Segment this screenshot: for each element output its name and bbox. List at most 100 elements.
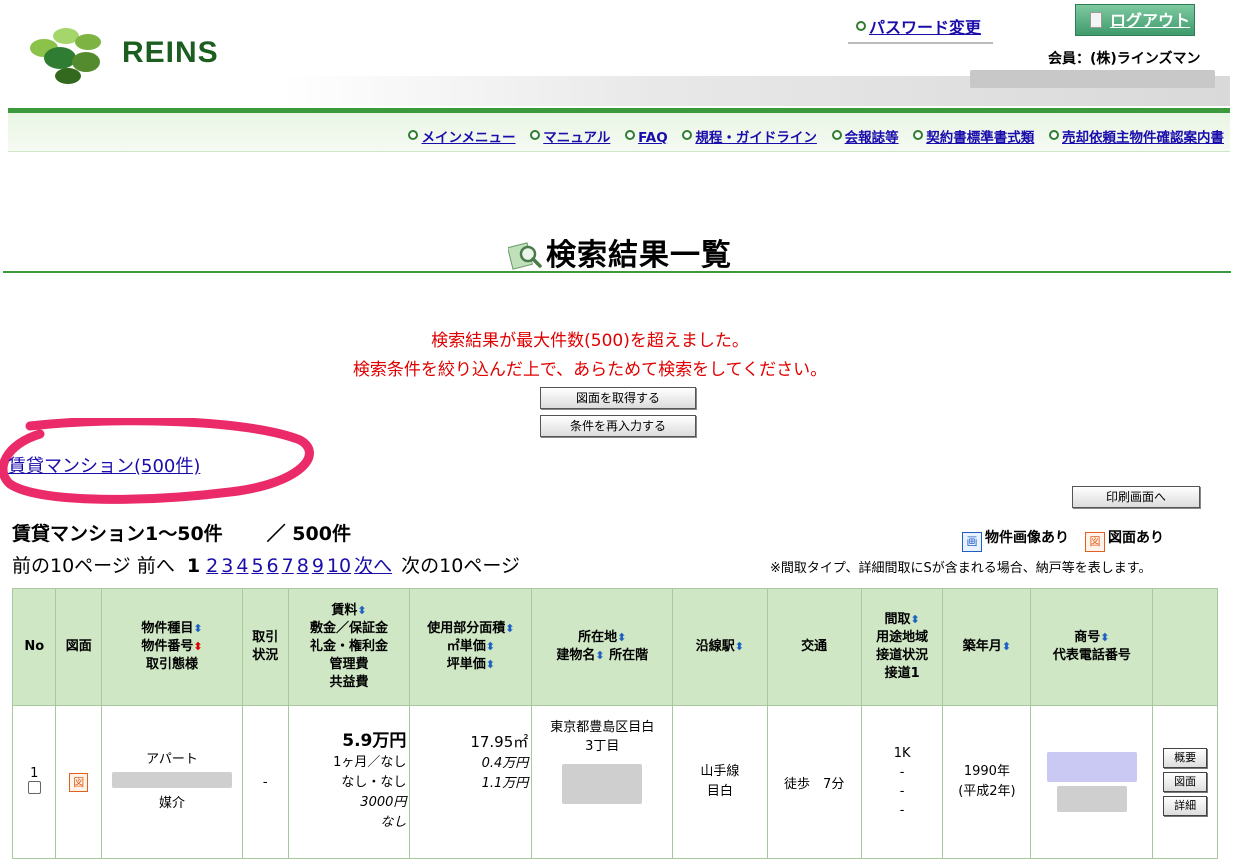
- sort-icon[interactable]: ⬍: [617, 631, 626, 644]
- col-area[interactable]: 使用部分面積⬍ ㎡単価⬍ 坪単価⬍: [409, 588, 533, 706]
- bullet-icon: [1049, 130, 1059, 140]
- detail-button[interactable]: 詳細: [1163, 796, 1208, 816]
- cell-location: 東京都豊島区目白 3丁目: [531, 705, 674, 859]
- nav-contract-forms[interactable]: 契約書標準書式類: [913, 130, 1034, 146]
- summary-button[interactable]: 概要: [1163, 748, 1208, 768]
- col-station[interactable]: 沿線駅⬍: [672, 588, 768, 706]
- sort-icon[interactable]: ⬍: [505, 622, 514, 635]
- figure-icon[interactable]: 図: [69, 772, 89, 792]
- cell-area: 17.95㎡ 0.4万円 1.1万円: [409, 705, 533, 859]
- warning-line-2: 検索条件を絞り込んだ上で、あらためて検索をしてください。: [352, 360, 828, 380]
- figure-available-label: 図面あり: [1108, 530, 1164, 546]
- pager-page-2[interactable]: 2: [206, 555, 218, 577]
- cell-status: -: [241, 705, 289, 859]
- results-table: No 図面 物件種目⬍ 物件番号⬍ 取引態様 取引 状況 賃料⬍ 敷金／保証金 礼…: [11, 588, 1218, 859]
- title-divider: [3, 271, 1231, 273]
- sort-icon[interactable]: ⬍: [193, 622, 202, 635]
- pager-page-6[interactable]: 6: [267, 555, 279, 577]
- col-status: 取引 状況: [241, 588, 289, 706]
- image-available-icon: 画: [962, 532, 982, 552]
- sort-icon[interactable]: ⬍: [1002, 640, 1011, 653]
- print-screen-button[interactable]: 印刷画面へ: [1072, 486, 1200, 508]
- page-title: 検索結果一覧: [546, 238, 732, 273]
- pager-next-10: 次の10ページ: [401, 555, 520, 577]
- member-name: 会員：(株)ラインズマン: [1048, 51, 1201, 67]
- cell-transport: 徒歩 7分: [766, 705, 862, 859]
- bullet-icon: [682, 130, 693, 140]
- col-built[interactable]: 築年月⬍: [942, 588, 1032, 706]
- warning-line-1: 検索結果が最大件数(500)を超えました。: [431, 331, 749, 351]
- sort-icon[interactable]: ⬍: [735, 640, 744, 653]
- figure-available-icon: 図: [1085, 532, 1105, 552]
- bullet-icon: [408, 130, 419, 140]
- result-range: 賃貸マンション1～50件 ／ 500件: [12, 519, 351, 546]
- figure-button[interactable]: 図面: [1163, 772, 1208, 792]
- image-available-label: 物件画像あり: [985, 530, 1069, 546]
- pager-page-8[interactable]: 8: [297, 555, 309, 577]
- nav-main-menu[interactable]: メインメニュー: [408, 130, 516, 146]
- pager-prev: 前へ: [136, 555, 175, 577]
- layout-note: ※間取タイプ、詳細間取にSが含まれる場合、納戸等を表します。: [770, 561, 1152, 576]
- sort-icon[interactable]: ⬍: [486, 658, 495, 671]
- cell-layout: 1K - - -: [860, 705, 944, 859]
- result-range-label: 賃貸マンション1～50件: [12, 523, 223, 545]
- reenter-conditions-button[interactable]: 条件を再入力する: [540, 415, 696, 437]
- col-no: No: [11, 588, 57, 706]
- col-figure: 図面: [55, 588, 102, 706]
- pager-page-3[interactable]: 3: [221, 555, 233, 577]
- property-number-redacted: [111, 772, 232, 788]
- logo-text: REINS: [122, 36, 219, 69]
- bullet-icon: [831, 130, 842, 140]
- pager-page-10[interactable]: 10: [327, 555, 351, 577]
- nav-manual[interactable]: マニュアル: [530, 130, 610, 146]
- cell-type: アパート 媒介: [101, 705, 243, 859]
- col-transport: 交通: [766, 588, 862, 706]
- logo-mark-icon: [30, 28, 101, 84]
- cell-built: 1990年 (平成2年): [942, 705, 1032, 859]
- search-magnifier-icon: [507, 239, 542, 275]
- password-change-link[interactable]: パスワード変更: [848, 14, 994, 44]
- cell-station: 山手線 目白: [672, 705, 768, 859]
- nav-rules[interactable]: 規程・ガイドライン: [682, 130, 817, 146]
- pager-page-9[interactable]: 9: [312, 555, 324, 577]
- page-title-area: 検索結果一覧: [0, 230, 1240, 275]
- result-category-link[interactable]: 賃貸マンション(500件): [8, 452, 200, 478]
- col-type[interactable]: 物件種目⬍ 物件番号⬍ 取引態様: [101, 588, 243, 706]
- nav-seller-guide[interactable]: 売却依頼主物件確認案内書: [1049, 130, 1224, 146]
- col-fee[interactable]: 賃料⬍ 敷金／保証金 礼金・権利金 管理費 共益費: [287, 588, 411, 706]
- sort-icon[interactable]: ⬍: [486, 640, 495, 653]
- col-layout[interactable]: 間取⬍ 用途地域 接道状況 接道1: [860, 588, 944, 706]
- sort-icon[interactable]: ⬍: [357, 604, 366, 617]
- sort-icon[interactable]: ⬍: [911, 613, 920, 626]
- cell-actions: 概要 図面 詳細: [1152, 705, 1218, 859]
- sort-icon[interactable]: ⬍: [193, 640, 202, 653]
- col-location[interactable]: 所在地⬍ 建物名⬍ 所在階: [531, 588, 674, 706]
- bullet-icon: [856, 21, 866, 31]
- nav-faq[interactable]: FAQ: [625, 130, 668, 146]
- password-change-text[interactable]: パスワード変更: [869, 18, 981, 37]
- logout-label: ログアウト: [1110, 11, 1191, 30]
- col-actions: [1152, 588, 1218, 706]
- row-checkbox[interactable]: [27, 781, 41, 794]
- nav-bulletin[interactable]: 会報誌等: [831, 130, 899, 146]
- cell-fee: 5.9万円 1ヶ月／なし なし・なし 3000円 なし: [287, 705, 411, 859]
- table-row: 1 図 アパート 媒介 - 5.9万円 1ヶ月／なし なし・なし 3000円 な…: [11, 705, 1218, 859]
- main-nav: メインメニュー マニュアル FAQ 規程・ガイドライン 会報誌等 契約書標準書式…: [8, 113, 1230, 152]
- reins-logo: REINS: [22, 18, 262, 88]
- pager-page-5[interactable]: 5: [251, 555, 263, 577]
- company-name-redacted: [1046, 752, 1137, 782]
- pager-next[interactable]: 次へ: [354, 555, 392, 577]
- sort-icon[interactable]: ⬍: [1100, 631, 1109, 644]
- pagination: 前の10ページ 前へ 1 2 3 4 5 6 7 8 9 10 次へ 次の10ページ: [12, 551, 520, 578]
- pager-page-7[interactable]: 7: [282, 555, 294, 577]
- get-figures-button[interactable]: 図面を取得する: [540, 387, 696, 409]
- bullet-icon: [530, 130, 541, 140]
- logout-button[interactable]: ログアウト: [1075, 4, 1195, 36]
- pager-page-4[interactable]: 4: [236, 555, 248, 577]
- company-phone-redacted: [1056, 786, 1127, 812]
- nav-items: メインメニュー マニュアル FAQ 規程・ガイドライン 会報誌等 契約書標準書式…: [398, 126, 1224, 146]
- legend: 画物件画像あり図図面あり: [962, 527, 1164, 552]
- col-company[interactable]: 商号⬍ 代表電話番号: [1030, 588, 1154, 706]
- sort-icon[interactable]: ⬍: [595, 649, 604, 662]
- cell-company: [1030, 705, 1154, 859]
